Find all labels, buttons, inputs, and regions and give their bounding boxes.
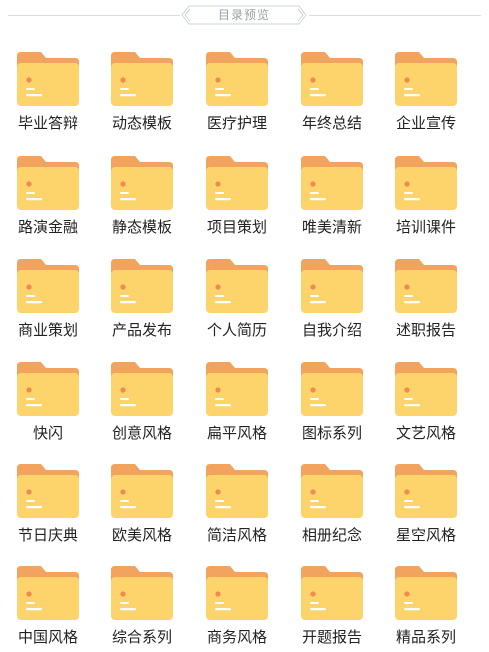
folder-icon bbox=[299, 360, 365, 418]
folder-icon bbox=[299, 50, 365, 108]
folder-label: 扁平风格 bbox=[206, 424, 267, 442]
folder-item[interactable]: 星空风格 bbox=[378, 450, 474, 550]
folder-item[interactable]: 中国风格 bbox=[0, 552, 96, 652]
folder-icon bbox=[393, 360, 459, 418]
folder-label: 文艺风格 bbox=[395, 424, 456, 442]
folder-item[interactable]: 培训课件 bbox=[378, 142, 474, 242]
folder-item[interactable]: 商业策划 bbox=[0, 245, 96, 345]
folder-label: 个人简历 bbox=[206, 321, 267, 339]
folder-label: 唯美清新 bbox=[301, 218, 362, 236]
folder-label: 图标系列 bbox=[301, 424, 362, 442]
folder-item[interactable]: 精品系列 bbox=[378, 552, 474, 652]
folder-icon bbox=[15, 50, 81, 108]
folder-icon bbox=[109, 50, 175, 108]
folder-icon bbox=[393, 564, 459, 622]
folder-item[interactable]: 欧美风格 bbox=[94, 450, 190, 550]
header-divider-left bbox=[8, 15, 180, 16]
folder-label: 欧美风格 bbox=[111, 526, 172, 544]
folder-label: 简洁风格 bbox=[206, 526, 267, 544]
folder-icon bbox=[393, 462, 459, 520]
folder-item[interactable]: 年终总结 bbox=[284, 38, 380, 138]
folder-label: 节日庆典 bbox=[17, 526, 78, 544]
folder-icon bbox=[204, 154, 270, 212]
folder-label: 中国风格 bbox=[17, 628, 78, 646]
folder-icon bbox=[393, 50, 459, 108]
folder-icon bbox=[15, 360, 81, 418]
folder-label: 精品系列 bbox=[395, 628, 456, 646]
folder-label: 述职报告 bbox=[395, 321, 456, 339]
header-divider-right bbox=[309, 15, 481, 16]
folder-icon bbox=[299, 462, 365, 520]
folder-icon bbox=[109, 462, 175, 520]
folder-icon bbox=[393, 257, 459, 315]
folder-item[interactable]: 企业宣传 bbox=[378, 38, 474, 138]
folder-item[interactable]: 扁平风格 bbox=[189, 348, 285, 448]
folder-label: 静态模板 bbox=[111, 218, 172, 236]
folder-grid: 毕业答辩 动态模板 医疗护理 年终总结 企业宣传路演金融 静态模板 项目策划 唯美清新 培训课件… bbox=[0, 30, 489, 646]
folder-label: 培训课件 bbox=[395, 218, 456, 236]
folder-item[interactable]: 个人简历 bbox=[189, 245, 285, 345]
folder-label: 项目策划 bbox=[206, 218, 267, 236]
folder-item[interactable]: 静态模板 bbox=[94, 142, 190, 242]
folder-icon bbox=[15, 462, 81, 520]
folder-label: 相册纪念 bbox=[301, 526, 362, 544]
folder-label: 自我介绍 bbox=[301, 321, 362, 339]
header-title: 目录预览 bbox=[217, 8, 270, 22]
folder-label: 路演金融 bbox=[17, 218, 78, 236]
folder-label: 动态模板 bbox=[111, 114, 172, 132]
folder-item[interactable]: 自我介绍 bbox=[284, 245, 380, 345]
folder-item[interactable]: 述职报告 bbox=[378, 245, 474, 345]
directory-header: 目录预览 bbox=[0, 0, 489, 32]
folder-item[interactable]: 毕业答辩 bbox=[0, 38, 96, 138]
folder-item[interactable]: 商务风格 bbox=[189, 552, 285, 652]
folder-icon bbox=[109, 154, 175, 212]
folder-label: 商务风格 bbox=[206, 628, 267, 646]
folder-label: 企业宣传 bbox=[395, 114, 456, 132]
folder-icon bbox=[109, 564, 175, 622]
header-pill: 目录预览 bbox=[181, 5, 307, 25]
folder-icon bbox=[204, 50, 270, 108]
folder-label: 产品发布 bbox=[111, 321, 172, 339]
folder-item[interactable]: 创意风格 bbox=[94, 348, 190, 448]
folder-item[interactable]: 图标系列 bbox=[284, 348, 380, 448]
folder-item[interactable]: 路演金融 bbox=[0, 142, 96, 242]
folder-item[interactable]: 综合系列 bbox=[94, 552, 190, 652]
folder-icon bbox=[109, 257, 175, 315]
folder-icon bbox=[204, 564, 270, 622]
folder-icon bbox=[109, 360, 175, 418]
folder-label: 毕业答辩 bbox=[17, 114, 78, 132]
folder-icon bbox=[15, 154, 81, 212]
folder-item[interactable]: 文艺风格 bbox=[378, 348, 474, 448]
folder-icon bbox=[15, 257, 81, 315]
folder-item[interactable]: 简洁风格 bbox=[189, 450, 285, 550]
folder-icon bbox=[299, 154, 365, 212]
folder-label: 星空风格 bbox=[395, 526, 456, 544]
folder-item[interactable]: 相册纪念 bbox=[284, 450, 380, 550]
folder-item[interactable]: 动态模板 bbox=[94, 38, 190, 138]
folder-icon bbox=[393, 154, 459, 212]
folder-item[interactable]: 开题报告 bbox=[284, 552, 380, 652]
folder-label: 快闪 bbox=[32, 424, 63, 442]
folder-icon bbox=[15, 564, 81, 622]
folder-item[interactable]: 唯美清新 bbox=[284, 142, 380, 242]
folder-icon bbox=[299, 257, 365, 315]
folder-label: 年终总结 bbox=[301, 114, 362, 132]
folder-item[interactable]: 快闪 bbox=[0, 348, 96, 448]
folder-icon bbox=[204, 257, 270, 315]
folder-icon bbox=[204, 462, 270, 520]
folder-icon bbox=[204, 360, 270, 418]
folder-icon bbox=[299, 564, 365, 622]
folder-item[interactable]: 项目策划 bbox=[189, 142, 285, 242]
folder-label: 综合系列 bbox=[111, 628, 172, 646]
folder-item[interactable]: 产品发布 bbox=[94, 245, 190, 345]
folder-item[interactable]: 节日庆典 bbox=[0, 450, 96, 550]
folder-label: 开题报告 bbox=[301, 628, 362, 646]
folder-item[interactable]: 医疗护理 bbox=[189, 38, 285, 138]
folder-label: 医疗护理 bbox=[206, 114, 267, 132]
folder-label: 创意风格 bbox=[111, 424, 172, 442]
folder-label: 商业策划 bbox=[17, 321, 78, 339]
